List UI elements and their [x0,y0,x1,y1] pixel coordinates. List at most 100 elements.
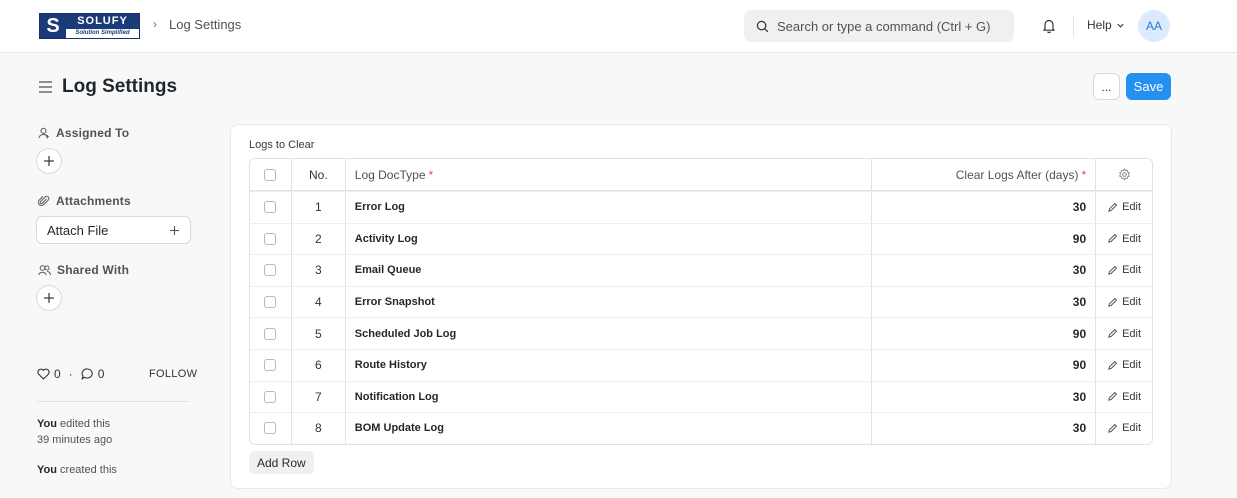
row-checkbox[interactable] [264,327,277,340]
sidebar-toggle-icon[interactable] [38,80,53,94]
search-input[interactable] [777,18,997,34]
table-row[interactable]: 3 Email Queue 30 Edit [250,254,1152,286]
row-clear-days[interactable]: 30 [872,255,1097,286]
row-edit-button[interactable]: Edit [1096,287,1152,318]
attach-file-button[interactable]: Attach File [36,216,191,244]
table-row[interactable]: 4 Error Snapshot 30 Edit [250,285,1152,318]
edit-label: Edit [1122,327,1142,340]
follow-button[interactable]: FOLLOW [149,368,197,380]
row-number: 2 [292,223,346,255]
row-clear-days[interactable]: 30 [872,381,1097,413]
breadcrumb[interactable]: Log Settings [169,17,241,32]
row-number: 1 [292,192,346,223]
chevron-right-icon: › [153,17,157,31]
pencil-icon [1108,234,1118,244]
pencil-icon [1108,202,1118,212]
row-log-doctype[interactable]: Activity Log [346,223,872,255]
row-log-doctype[interactable]: Route History [346,349,872,381]
help-label: Help [1087,18,1112,32]
row-number: 7 [292,381,346,413]
plus-icon [44,156,54,166]
column-log-doctype: Log DocType * [346,159,872,190]
shared-with-label: Shared With [38,263,129,277]
row-clear-days[interactable]: 90 [872,318,1097,349]
row-edit-button[interactable]: Edit [1096,413,1152,444]
sidebar-divider [37,401,190,402]
pencil-icon [1108,392,1118,402]
doc-stats: 0 · 0 [37,367,104,381]
pencil-icon [1108,423,1118,433]
heart-icon[interactable] [37,368,50,380]
activity-item: You created this [37,464,117,476]
brand-logo[interactable]: S SOLUFY Solution Simplified [39,13,140,39]
column-no: No. [292,159,346,190]
search-bar[interactable] [744,10,1014,42]
table-row[interactable]: 2 Activity Log 90 Edit [250,222,1152,255]
bell-icon[interactable] [1041,17,1057,34]
column-settings[interactable] [1096,159,1152,190]
save-button[interactable]: Save [1126,73,1171,100]
row-checkbox[interactable] [264,296,277,309]
row-edit-button[interactable]: Edit [1096,382,1152,413]
table-row[interactable]: 1 Error Log 30 Edit [250,191,1152,223]
add-assignee-button[interactable] [36,148,62,174]
row-log-doctype[interactable]: Error Snapshot [346,286,872,318]
plus-icon [44,293,54,303]
select-all-checkbox[interactable] [264,168,277,181]
row-clear-days[interactable]: 30 [872,192,1097,223]
row-edit-button[interactable]: Edit [1096,350,1152,381]
more-actions-button[interactable]: ... [1093,73,1120,100]
row-edit-button[interactable]: Edit [1096,318,1152,349]
assigned-to-label: Assigned To [38,126,129,140]
row-edit-button[interactable]: Edit [1096,255,1152,286]
row-clear-days[interactable]: 90 [872,223,1097,255]
row-number: 5 [292,318,346,349]
edit-label: Edit [1122,390,1142,403]
row-checkbox[interactable] [264,201,277,214]
edit-label: Edit [1122,201,1142,214]
comment-icon[interactable] [80,368,94,380]
search-icon [756,20,769,32]
row-clear-days[interactable]: 90 [872,349,1097,381]
row-log-doctype[interactable]: Scheduled Job Log [346,318,872,349]
edit-label: Edit [1122,422,1142,435]
table-row[interactable]: 7 Notification Log 30 Edit [250,380,1152,413]
row-checkbox[interactable] [264,390,277,403]
chevron-down-icon [1117,23,1124,28]
pencil-icon [1108,297,1118,307]
row-checkbox[interactable] [264,422,277,435]
help-menu[interactable]: Help [1087,18,1125,32]
row-number: 4 [292,286,346,318]
edit-label: Edit [1122,296,1142,309]
activity-item: You edited this 39 minutes ago [37,418,113,446]
edit-label: Edit [1122,359,1142,372]
row-log-doctype[interactable]: Email Queue [346,255,872,286]
logs-table: No. Log DocType * Clear Logs After (days)… [249,158,1153,445]
pencil-icon [1108,329,1118,338]
row-log-doctype[interactable]: Notification Log [346,381,872,413]
row-log-doctype[interactable]: Error Log [346,192,872,223]
row-number: 6 [292,349,346,381]
table-row[interactable]: 6 Route History 90 Edit [250,348,1152,381]
user-avatar[interactable]: AA [1138,10,1170,42]
row-log-doctype[interactable]: BOM Update Log [346,413,872,444]
like-count: 0 [54,367,61,381]
row-checkbox[interactable] [264,232,277,245]
row-clear-days[interactable]: 30 [872,413,1097,444]
row-checkbox[interactable] [264,359,277,372]
attach-file-label: Attach File [47,222,109,238]
navbar-divider [1073,15,1074,37]
stats-separator: · [68,367,73,381]
row-edit-button[interactable]: Edit [1096,224,1152,255]
add-row-button[interactable]: Add Row [249,451,314,474]
row-checkbox[interactable] [264,264,277,277]
row-clear-days[interactable]: 30 [872,286,1097,318]
gear-icon[interactable] [1118,168,1131,181]
table-row[interactable]: 5 Scheduled Job Log 90 Edit [250,317,1152,349]
share-button[interactable] [36,285,62,311]
row-number: 3 [292,255,346,286]
table-header: No. Log DocType * Clear Logs After (days)… [250,159,1152,191]
row-edit-button[interactable]: Edit [1096,192,1152,223]
activity-time: 39 minutes ago [37,434,113,446]
table-row[interactable]: 8 BOM Update Log 30 Edit [250,412,1152,444]
